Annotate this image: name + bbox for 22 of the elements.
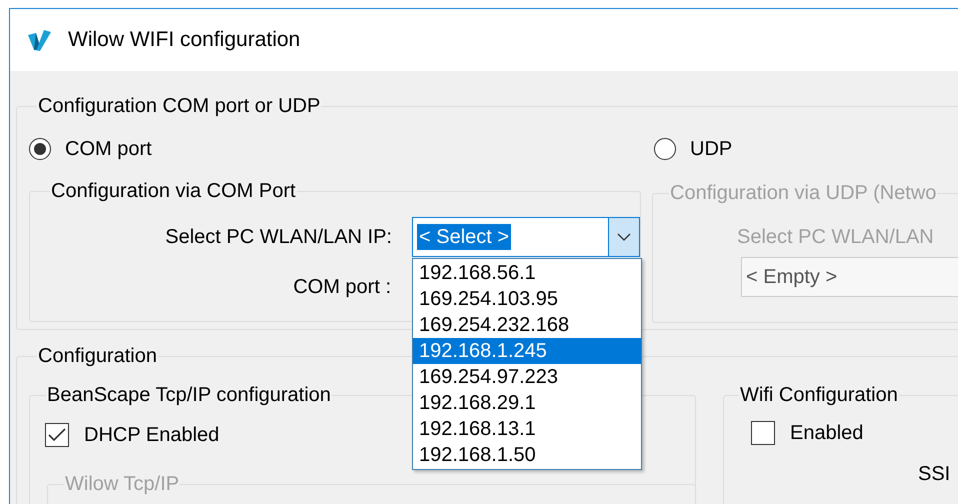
dropdown-option[interactable]: 192.168.56.1 bbox=[413, 260, 641, 286]
ip-dropdown[interactable]: < Select > bbox=[412, 217, 640, 257]
field-label: SSI bbox=[918, 462, 952, 486]
field-label: Select PC WLAN/LAN IP: bbox=[164, 225, 392, 250]
dropdown-option[interactable]: 192.168.29.1 bbox=[413, 390, 641, 416]
dropdown-option[interactable]: 169.254.97.223 bbox=[413, 364, 641, 390]
dropdown-option[interactable]: 192.168.13.1 bbox=[413, 416, 641, 442]
dropdown-option[interactable]: 169.254.103.95 bbox=[413, 286, 641, 312]
field-label: Select PC WLAN/LAN bbox=[737, 225, 935, 249]
dropdown-button[interactable] bbox=[608, 218, 639, 256]
selected-value: < Select > bbox=[417, 224, 512, 250]
checkbox[interactable]: Enabled bbox=[751, 421, 864, 445]
field-label: COM port : bbox=[292, 275, 391, 300]
dropdown-option[interactable]: 192.168.1.245 bbox=[413, 338, 641, 364]
window-title: Wilow WIFI configuration bbox=[68, 27, 300, 54]
dropdown-option[interactable]: 192.168.1.50 bbox=[413, 442, 641, 468]
dropdown-option[interactable]: 169.254.232.168 bbox=[413, 312, 641, 338]
radio-button[interactable]: UDP bbox=[654, 137, 732, 161]
app-logo-icon bbox=[27, 28, 52, 52]
checkbox[interactable]: DHCP Enabled bbox=[45, 423, 220, 447]
radio-button[interactable]: COM port bbox=[29, 137, 152, 161]
chevron-down-icon bbox=[617, 233, 631, 241]
